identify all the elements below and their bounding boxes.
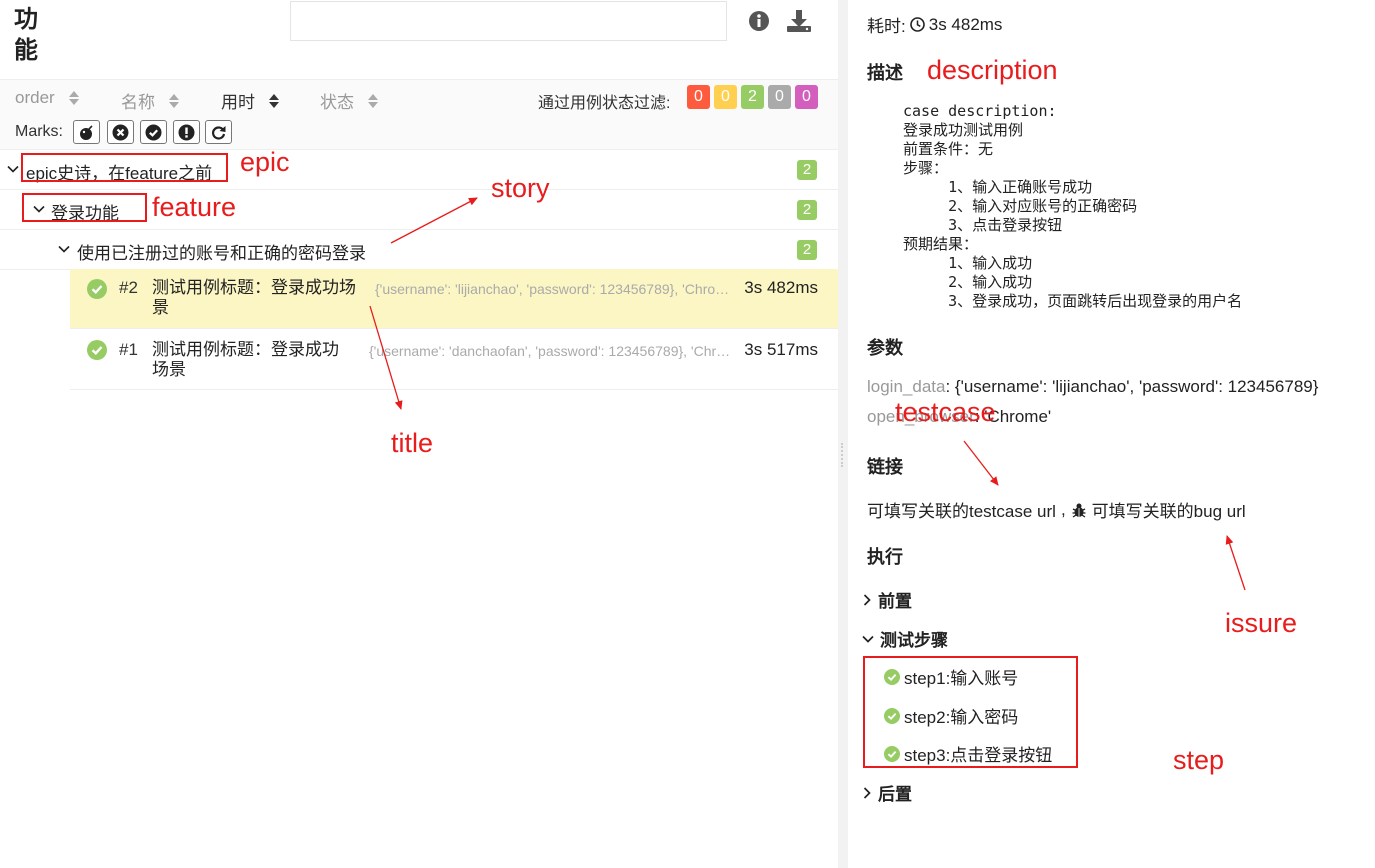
case-params: {'username': 'lijianchao', 'password': 1…	[375, 281, 735, 297]
links-separator: ,	[1060, 499, 1066, 519]
chevron-right-icon	[863, 593, 871, 606]
sort-name-label: 名称	[121, 93, 155, 112]
test-body-stage[interactable]: 测试步骤	[862, 626, 948, 651]
sort-status[interactable]: 状态	[320, 88, 378, 113]
teardown-label: 后置	[878, 785, 912, 804]
annotation-epic: epic	[240, 147, 290, 177]
exclamation-circle-icon	[178, 124, 195, 140]
filter-failed-badge[interactable]: 0	[687, 85, 710, 109]
allure-report-window: 功能 order 名称 用时 状态 通过用例状态过滤: 0 0 2 0 0 Ma…	[0, 0, 1375, 868]
feature-count-badge: 2	[797, 200, 817, 220]
chevron-down-icon	[58, 245, 70, 253]
annotation-story: story	[491, 173, 550, 203]
passed-check-icon	[87, 340, 107, 360]
sort-duration-label: 用时	[221, 93, 255, 112]
passed-check-icon	[87, 279, 107, 299]
chevron-right-icon	[863, 786, 871, 799]
epic-highlight-box	[21, 153, 228, 182]
filter-broken-badge[interactable]: 0	[714, 85, 737, 109]
pane-splitter[interactable]	[838, 0, 848, 868]
sort-arrows-icon	[269, 93, 279, 108]
pane-title: 功能	[14, 6, 38, 64]
status-filter-label: 通过用例状态过滤:	[538, 95, 671, 112]
links-title: 链接	[867, 457, 903, 477]
marks-label: Marks:	[15, 123, 63, 140]
splitter-grip[interactable]	[841, 443, 845, 467]
sort-arrows-icon	[169, 93, 179, 108]
sort-order-label: order	[15, 88, 55, 107]
steps-highlight-box	[863, 656, 1078, 768]
params-title: 参数	[867, 338, 903, 358]
param-row-login-data: login_data: {'username': 'lijianchao', '…	[867, 377, 1318, 397]
setup-label: 前置	[878, 592, 912, 611]
case-duration: 3s 482ms	[744, 278, 818, 297]
tree-toolbar: order 名称 用时 状态 通过用例状态过滤: 0 0 2 0 0 Marks…	[0, 79, 838, 150]
case-params: {'username': 'danchaofan', 'password': 1…	[369, 343, 732, 359]
duration-value: 3s 482ms	[928, 14, 1003, 34]
execution-title: 执行	[867, 547, 903, 567]
refresh-icon	[212, 125, 226, 140]
sort-name[interactable]: 名称	[121, 88, 179, 113]
case-title: 测试用例标题：登录成功场景	[152, 340, 339, 379]
filter-skipped-badge[interactable]: 0	[768, 85, 791, 109]
mark-flaky-button[interactable]	[73, 120, 100, 144]
bug-link[interactable]: 可填写关联的bug url	[1092, 497, 1246, 522]
story-label: 使用已注册过的账号和正确的密码登录	[77, 244, 366, 263]
testcase-link[interactable]: 可填写关联的testcase url	[867, 497, 1056, 522]
case-number: #2	[119, 278, 138, 297]
check-circle-icon	[145, 124, 162, 140]
param-key: login_data	[867, 377, 946, 396]
sort-duration[interactable]: 用时	[221, 88, 279, 113]
param-value: : {'username': 'lijianchao', 'password':…	[945, 377, 1319, 396]
filter-unknown-badge[interactable]: 0	[795, 85, 818, 109]
download-icon[interactable]	[786, 9, 812, 33]
bomb-icon	[80, 124, 93, 140]
mark-retries-button[interactable]	[205, 120, 232, 144]
steps-label: 测试步骤	[880, 631, 948, 650]
sort-arrows-icon	[368, 93, 378, 108]
filter-passed-badge[interactable]: 2	[741, 85, 764, 109]
mark-new-broken-button[interactable]	[173, 120, 200, 144]
annotation-step: step	[1173, 745, 1225, 775]
annotation-title: title	[391, 428, 434, 458]
search-input[interactable]	[290, 1, 727, 41]
case-title: 测试用例标题：登录成功场景	[152, 278, 356, 317]
teardown-stage[interactable]: 后置	[862, 780, 912, 805]
annotation-feature: feature	[152, 192, 237, 222]
annotation-testcase: testcase	[895, 397, 996, 427]
clock-icon	[909, 17, 925, 32]
test-case-row[interactable]: #2 测试用例标题：登录成功场景 {'username': 'lijiancha…	[70, 269, 838, 329]
info-icon[interactable]	[748, 10, 770, 32]
sort-status-label: 状态	[320, 93, 354, 112]
test-case-row[interactable]: #1 测试用例标题：登录成功场景 {'username': 'danchaofa…	[70, 330, 838, 390]
annotation-description: description	[927, 55, 1058, 85]
epic-count-badge: 2	[797, 160, 817, 180]
tree-node-story[interactable]: 使用已注册过的账号和正确的密码登录 2	[0, 230, 838, 270]
sort-order[interactable]: order	[15, 88, 79, 108]
case-duration: 3s 517ms	[744, 340, 818, 359]
chevron-down-icon	[7, 165, 19, 173]
feature-highlight-box	[22, 193, 147, 222]
chevron-down-icon	[862, 635, 874, 643]
duration-label: 耗时:	[867, 17, 906, 36]
times-circle-icon	[112, 124, 129, 140]
bug-icon	[1072, 503, 1086, 518]
case-number: #1	[119, 340, 138, 359]
mark-new-failed-button[interactable]	[107, 120, 134, 144]
setup-stage[interactable]: 前置	[862, 587, 912, 612]
story-count-badge: 2	[797, 240, 817, 260]
mark-new-passed-button[interactable]	[140, 120, 167, 144]
annotation-issure: issure	[1225, 608, 1298, 638]
sort-arrows-icon	[68, 91, 79, 105]
description-title: 描述	[867, 63, 903, 83]
description-text: case description: 登录成功测试用例 前置条件：无 步骤： 1、…	[903, 102, 1243, 310]
links-row: 可填写关联的testcase url , 可填写关联的bug url	[867, 497, 1246, 522]
duration-row: 耗时: 3s 482ms	[867, 12, 1002, 37]
